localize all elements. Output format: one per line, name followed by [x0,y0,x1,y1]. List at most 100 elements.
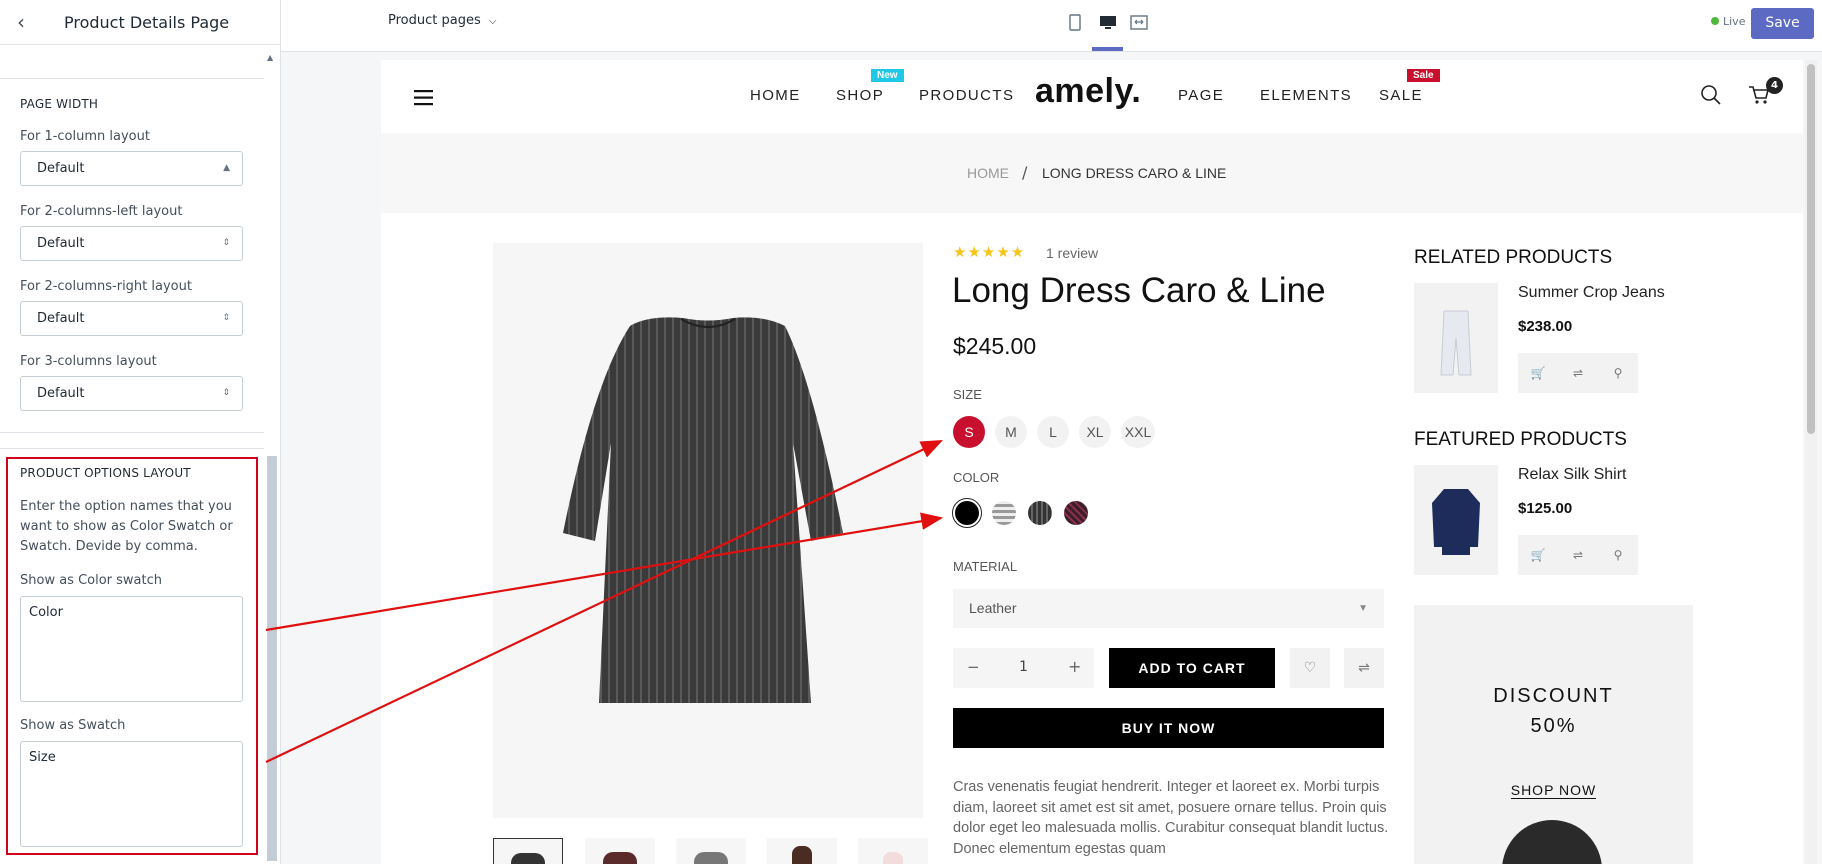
cart-icon[interactable]: 🛒 [1518,353,1558,393]
related-products-title: RELATED PRODUCTS [1414,247,1613,268]
review-count[interactable]: 1 review [1046,245,1098,261]
select-arrows-icon: ⇕ [222,313,230,323]
breadcrumb-separator: / [1022,163,1028,182]
featured-products-title: FEATURED PRODUCTS [1414,429,1627,450]
promo-line1: DISCOUNT [1493,685,1614,707]
layout-select-1-column[interactable]: Default ▲ [20,151,243,186]
color-swatch-plaid[interactable] [1064,501,1088,525]
badge-sale: Sale [1407,69,1440,82]
product-thumbnail[interactable] [676,838,746,864]
featured-product-image[interactable] [1414,465,1498,575]
live-status-dot [1711,17,1719,25]
color-label: COLOR [953,470,1000,485]
featured-product-name[interactable]: Relax Silk Shirt [1518,466,1626,484]
color-swatch-check[interactable] [992,501,1016,525]
size-swatch-m[interactable]: M [995,416,1027,448]
desktop-view-icon[interactable] [1099,14,1117,32]
breadcrumb-home[interactable]: HOME [967,165,1009,181]
search-icon[interactable]: ⚲ [1598,535,1638,575]
product-thumbnail[interactable] [858,838,928,864]
size-swatch-l[interactable]: L [1037,416,1069,448]
related-product-actions: 🛒 ⇌ ⚲ [1518,353,1638,393]
template-selector-label: Product pages [388,13,481,28]
color-swatch-stripe[interactable] [1028,501,1052,525]
promo-cta-wrap: SHOP NOW [1414,780,1693,799]
nav-sale[interactable]: SALE [1379,87,1423,104]
storefront-preview: HOME SHOP PRODUCTS PAGE ELEMENTS SALE Ne… [381,60,1803,864]
size-swatch-s[interactable]: S [953,416,985,448]
size-swatch-xl[interactable]: XL [1079,416,1111,448]
product-thumbnail[interactable] [585,838,655,864]
store-logo[interactable]: amely. [1035,72,1141,111]
featured-product-actions: 🛒 ⇌ ⚲ [1518,535,1638,575]
nav-home[interactable]: HOME [750,87,801,104]
breadcrumb-current: LONG DRESS CARO & LINE [1042,165,1227,181]
back-arrow-icon[interactable]: ‹ [0,0,42,45]
search-icon[interactable]: ⚲ [1598,353,1638,393]
template-selector[interactable]: Product pages ⌵ [388,13,496,28]
related-product-price: $238.00 [1518,318,1573,335]
plus-icon[interactable]: + [1068,657,1081,676]
product-title: Long Dress Caro & Line [952,271,1326,310]
product-description: Cras venenatis feugiat hendrerit. Intege… [953,779,1389,857]
product-main-image[interactable] [493,243,923,818]
field-label: For 2-columns-left layout [20,204,183,219]
quantity-stepper[interactable]: − 1 + [953,648,1094,688]
field-label: For 1-column layout [20,129,150,144]
save-button[interactable]: Save [1751,8,1814,39]
divider [0,78,264,79]
related-product-name[interactable]: Summer Crop Jeans [1518,284,1665,302]
active-view-indicator [1092,47,1123,51]
promo-banner[interactable]: DISCOUNT 50% SHOP NOW [1414,605,1693,864]
shop-now-link[interactable]: SHOP NOW [1510,782,1597,799]
divider [0,448,264,449]
nav-page[interactable]: PAGE [1178,87,1224,104]
buy-it-now-button[interactable]: BUY IT NOW [953,708,1384,748]
preview-scrollbar-thumb[interactable] [1807,64,1815,434]
cart-count-badge: 4 [1766,77,1783,94]
nav-products[interactable]: PRODUCTS [919,87,1014,104]
product-thumbnail[interactable] [493,838,563,864]
select-arrows-icon: ⇕ [222,388,230,398]
search-icon[interactable] [1700,84,1722,106]
wishlist-heart-icon[interactable]: ♡ [1290,648,1330,688]
nav-shop[interactable]: SHOP [836,87,884,104]
layout-select-2-columns-left[interactable]: Default ⇕ [20,226,243,261]
fullscreen-view-icon[interactable] [1130,14,1148,32]
product-thumbnail[interactable] [767,838,837,864]
size-swatch-xxl[interactable]: XXL [1121,416,1155,448]
scrollbar-thumb[interactable] [267,456,277,861]
hamburger-menu-icon[interactable] [414,90,434,106]
divider [0,432,264,433]
section-title-page-width: PAGE WIDTH [20,97,99,111]
size-label: SIZE [953,387,982,402]
highlight-box [6,457,258,855]
select-value: Default [37,161,85,176]
select-value: Default [37,386,85,401]
related-product-image[interactable] [1414,283,1498,393]
layout-select-2-columns-right[interactable]: Default ⇕ [20,301,243,336]
dress-image [563,317,843,703]
select-arrows-icon: ▲ [223,163,230,173]
add-to-cart-button[interactable]: ADD TO CART [1109,648,1275,688]
compare-shuffle-icon[interactable]: ⇌ [1344,648,1384,688]
color-swatch-black[interactable] [955,501,979,525]
select-value: Default [37,236,85,251]
material-select[interactable]: Leather ▼ [953,589,1384,628]
cart-icon[interactable]: 🛒 [1518,535,1558,575]
nav-elements[interactable]: ELEMENTS [1260,87,1352,104]
compare-shuffle-icon[interactable]: ⇌ [1558,535,1598,575]
field-label: For 2-columns-right layout [20,279,192,294]
caret-down-icon: ▼ [1358,603,1368,614]
promo-line2: 50% [1530,715,1577,737]
layout-select-3-columns[interactable]: Default ⇕ [20,376,243,411]
material-label: MATERIAL [953,559,1018,574]
editor-sidebar: ‹ Product Details Page ▲ PAGE WIDTH For … [0,0,281,864]
scroll-up-icon[interactable]: ▲ [267,53,273,62]
preview-scrollbar[interactable] [1805,60,1817,864]
sidebar-scrollbar[interactable]: ▲ [265,53,277,864]
rating-stars: ★★★★★ [953,243,1026,261]
compare-shuffle-icon[interactable]: ⇌ [1558,353,1598,393]
mobile-view-icon[interactable] [1068,14,1084,32]
live-status-label: Live [1723,15,1746,28]
